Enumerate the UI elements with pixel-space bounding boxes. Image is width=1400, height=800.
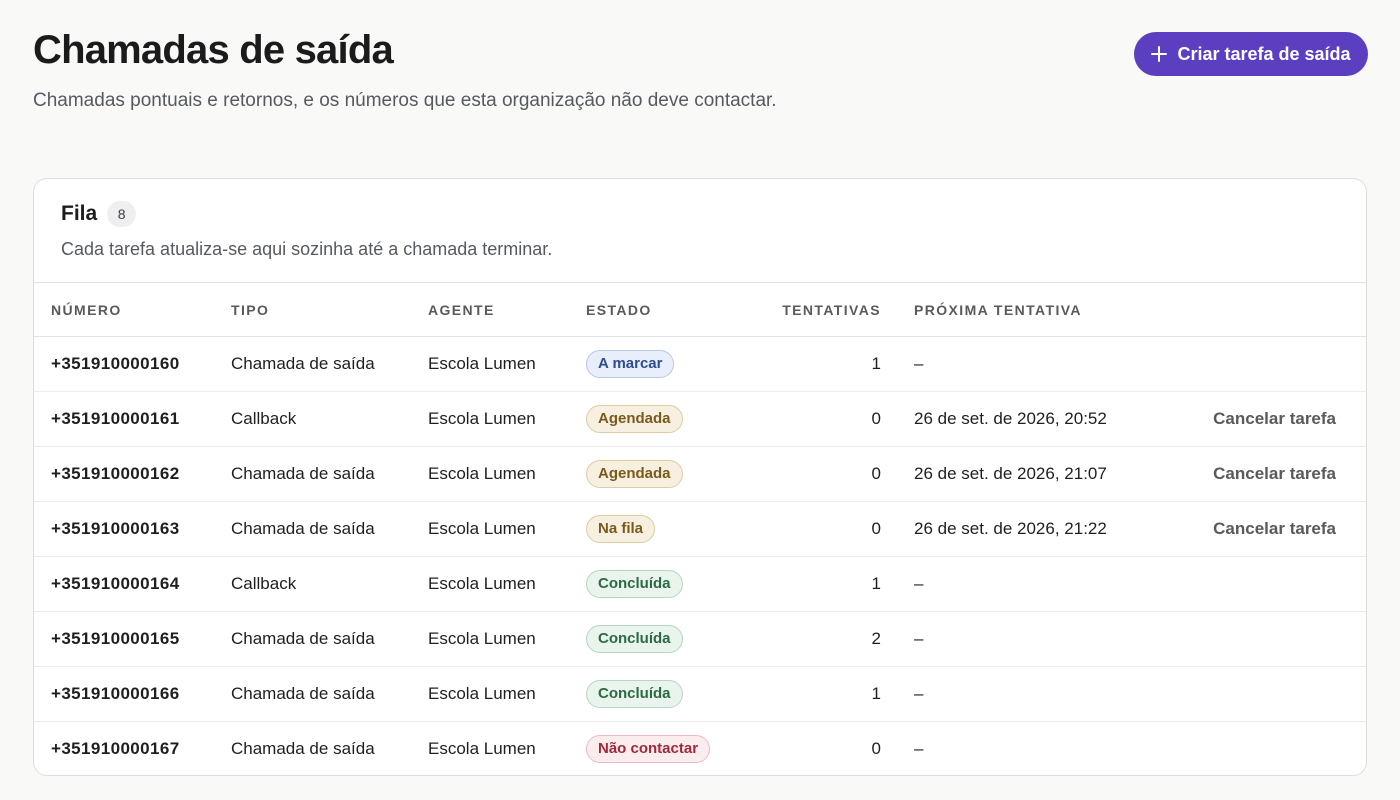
actions-cell xyxy=(1149,666,1366,722)
attempts-count: 2 xyxy=(731,611,899,667)
phone-number: +351910000165 xyxy=(34,611,231,667)
status-cell: Concluída xyxy=(586,611,731,667)
status-cell: Não contactar xyxy=(586,722,731,776)
actions-cell xyxy=(1149,336,1366,392)
phone-number: +351910000164 xyxy=(34,556,231,612)
queue-description: Cada tarefa atualiza-se aqui sozinha até… xyxy=(61,239,553,259)
table-row: +351910000161 Callback Escola Lumen Agen… xyxy=(34,391,1366,447)
status-cell: Concluída xyxy=(586,666,731,722)
status-cell: Concluída xyxy=(586,556,731,612)
queue-header: Fila 8 Cada tarefa atualiza-se aqui sozi… xyxy=(61,201,1339,260)
table-row: +351910000162 Chamada de saída Escola Lu… xyxy=(34,446,1366,502)
agent-name: Escola Lumen xyxy=(428,739,536,759)
status-badge: A marcar xyxy=(586,350,675,378)
table-row: +351910000164 Callback Escola Lumen Conc… xyxy=(34,556,1366,612)
actions-cell: Cancelar tarefa xyxy=(1149,501,1366,557)
column-header-status[interactable]: ESTADO xyxy=(586,282,731,337)
next-attempt: – xyxy=(899,336,1149,392)
phone-number: +351910000160 xyxy=(34,336,231,392)
create-outbound-task-label: Criar tarefa de saída xyxy=(1177,43,1351,64)
call-type: Chamada de saída xyxy=(231,666,428,722)
attempts-count: 0 xyxy=(731,501,899,557)
next-attempt: – xyxy=(899,556,1149,612)
column-header-next-attempt[interactable]: PRÓXIMA TENTATIVA xyxy=(899,282,1149,337)
create-outbound-task-button[interactable]: Criar tarefa de saída xyxy=(1134,32,1368,76)
actions-cell xyxy=(1149,611,1366,667)
queue-table-body: +351910000160 Chamada de saída Escola Lu… xyxy=(34,336,1366,776)
next-attempt: – xyxy=(914,739,924,759)
table-row: +351910000166 Chamada de saída Escola Lu… xyxy=(34,666,1366,722)
call-type: Chamada de saída xyxy=(231,501,428,557)
cancel-task-button[interactable]: Cancelar tarefa xyxy=(1213,409,1336,429)
phone-number: +351910000161 xyxy=(34,391,231,447)
table-row: +351910000163 Chamada de saída Escola Lu… xyxy=(34,501,1366,557)
status-cell: Na fila xyxy=(586,501,731,557)
call-type: Chamada de saída xyxy=(231,446,428,502)
attempts-count: 1 xyxy=(731,666,899,722)
agent-name: Escola Lumen xyxy=(428,611,586,667)
cancel-task-button[interactable]: Cancelar tarefa xyxy=(1213,464,1336,484)
status-cell: Agendada xyxy=(586,391,731,447)
table-row: +351910000167 Chamada de saída Escola Lu… xyxy=(34,722,1366,776)
status-badge: Na fila xyxy=(586,515,656,543)
agent-name: Escola Lumen xyxy=(428,501,586,557)
status-badge: Agendada xyxy=(586,460,683,488)
page-subtitle: Chamadas pontuais e retornos, e os númer… xyxy=(33,90,777,111)
next-attempt: – xyxy=(899,666,1149,722)
phone-number: +351910000166 xyxy=(34,666,231,722)
column-header-agent[interactable]: AGENTE xyxy=(428,282,586,337)
agent-name: Escola Lumen xyxy=(428,336,586,392)
queue-table: NÚMERO TIPO AGENTE ESTADO TENTATIVAS PRÓ… xyxy=(34,282,1366,776)
status-cell: A marcar xyxy=(586,336,731,392)
plus-icon xyxy=(1151,46,1168,62)
queue-title: Fila xyxy=(61,202,98,225)
call-type: Callback xyxy=(231,391,428,447)
table-row: +351910000165 Chamada de saída Escola Lu… xyxy=(34,611,1366,667)
status-badge: Não contactar xyxy=(586,735,711,764)
attempts-count: 0 xyxy=(871,739,881,759)
attempts-count: 1 xyxy=(731,556,899,612)
queue-count-badge: 8 xyxy=(107,201,137,227)
status-badge: Concluída xyxy=(586,680,683,708)
next-attempt: 26 de set. de 2026, 21:07 xyxy=(899,446,1149,502)
actions-cell: Cancelar tarefa xyxy=(1149,446,1366,502)
attempts-count: 1 xyxy=(731,336,899,392)
attempts-count: 0 xyxy=(731,446,899,502)
actions-cell xyxy=(1149,722,1366,776)
column-header-actions xyxy=(1149,282,1366,337)
call-type: Callback xyxy=(231,556,428,612)
agent-name: Escola Lumen xyxy=(428,556,586,612)
agent-name: Escola Lumen xyxy=(428,446,586,502)
queue-card: Fila 8 Cada tarefa atualiza-se aqui sozi… xyxy=(33,178,1367,776)
status-badge: Concluída xyxy=(586,625,683,653)
attempts-count: 0 xyxy=(731,391,899,447)
actions-cell xyxy=(1149,556,1366,612)
status-cell: Agendada xyxy=(586,446,731,502)
table-row: +351910000160 Chamada de saída Escola Lu… xyxy=(34,336,1366,392)
status-badge: Concluída xyxy=(586,570,683,598)
phone-number: +351910000162 xyxy=(34,446,231,502)
agent-name: Escola Lumen xyxy=(428,666,586,722)
page-title: Chamadas de saída xyxy=(33,28,394,72)
agent-name: Escola Lumen xyxy=(428,391,586,447)
next-attempt: – xyxy=(899,611,1149,667)
actions-cell: Cancelar tarefa xyxy=(1149,391,1366,447)
phone-number: +351910000167 xyxy=(51,739,180,759)
next-attempt: 26 de set. de 2026, 20:52 xyxy=(899,391,1149,447)
table-header-row: NÚMERO TIPO AGENTE ESTADO TENTATIVAS PRÓ… xyxy=(34,282,1366,337)
cancel-task-button[interactable]: Cancelar tarefa xyxy=(1213,519,1336,539)
call-type: Chamada de saída xyxy=(231,739,375,759)
column-header-attempts[interactable]: TENTATIVAS xyxy=(731,282,899,337)
call-type: Chamada de saída xyxy=(231,336,428,392)
next-attempt: 26 de set. de 2026, 21:22 xyxy=(899,501,1149,557)
status-badge: Agendada xyxy=(586,405,683,433)
column-header-number[interactable]: NÚMERO xyxy=(34,282,231,337)
call-type: Chamada de saída xyxy=(231,611,428,667)
column-header-type[interactable]: TIPO xyxy=(231,282,428,337)
phone-number: +351910000163 xyxy=(34,501,231,557)
